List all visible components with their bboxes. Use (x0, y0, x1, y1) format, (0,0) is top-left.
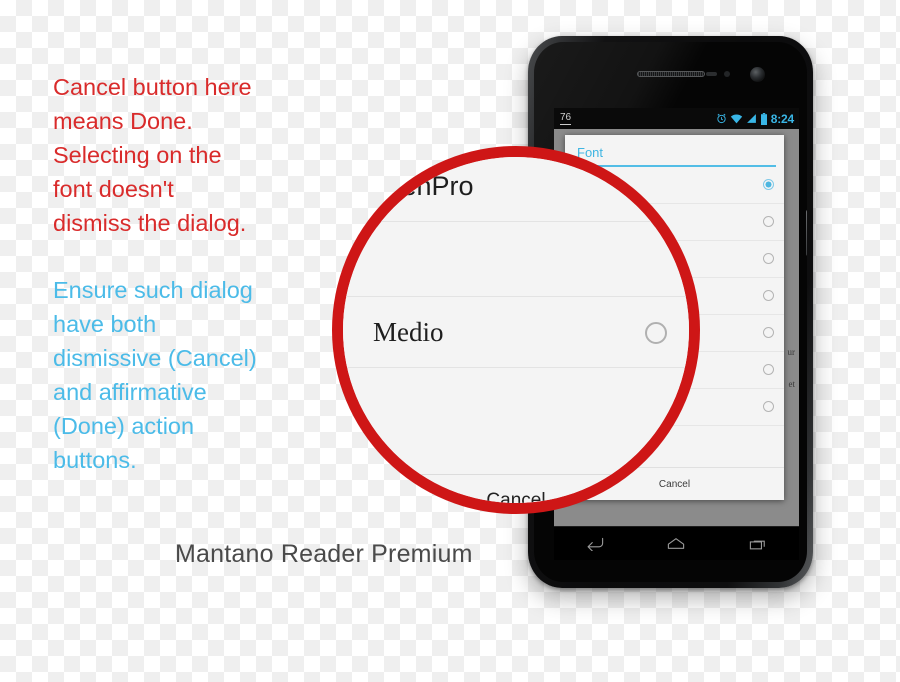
magnified-font-row-empty[interactable] (343, 227, 689, 297)
front-camera-icon (750, 67, 765, 82)
magnified-cancel-button[interactable]: Cancel (343, 474, 689, 503)
annotation-blue-note: Ensure such dialog have both dismissive … (53, 277, 257, 473)
magnified-font-row[interactable]: Medio (343, 298, 689, 368)
background-text-1: et (788, 379, 796, 389)
light-sensor-icon (724, 71, 730, 77)
status-bar-icons: 8:24 (716, 112, 794, 126)
back-icon[interactable] (586, 537, 604, 551)
page-number-indicator: 76 (560, 111, 572, 125)
radio-button-icon[interactable] (763, 216, 774, 227)
background-text-0: ur (787, 347, 796, 357)
radio-button-icon[interactable] (763, 401, 774, 412)
wifi-icon (730, 113, 743, 124)
android-nav-bar (554, 526, 799, 560)
radio-button-icon[interactable] (763, 364, 774, 375)
caption-app-name: Mantano Reader Premium (175, 540, 473, 568)
radio-button-icon[interactable] (763, 290, 774, 301)
radio-button-icon[interactable] (763, 179, 774, 190)
recents-icon[interactable] (749, 537, 767, 551)
magnifier-callout: avenPro Medio Cancel (343, 157, 689, 503)
signal-icon (746, 113, 757, 124)
magnified-font-label: Medio (373, 317, 444, 347)
home-icon[interactable] (667, 537, 685, 550)
alarm-icon (716, 113, 727, 124)
status-bar-clock: 8:24 (770, 111, 794, 126)
battery-icon (760, 112, 768, 125)
magnified-font-row[interactable]: avenPro (343, 157, 689, 222)
power-button[interactable] (806, 210, 807, 256)
status-bar: 76 8:24 (554, 108, 799, 129)
radio-button-icon[interactable] (763, 327, 774, 338)
magnifier-content: avenPro Medio Cancel (343, 157, 689, 503)
proximity-sensor-icon (706, 72, 717, 76)
magnified-font-label: avenPro (373, 171, 474, 201)
radio-button-icon[interactable] (763, 253, 774, 264)
earpiece-speaker-icon (636, 71, 705, 77)
radio-button-icon[interactable] (645, 321, 667, 344)
magnified-font-row-empty[interactable] (343, 369, 689, 474)
annotation-red-note: Cancel button here means Done. Selecting… (53, 74, 252, 236)
